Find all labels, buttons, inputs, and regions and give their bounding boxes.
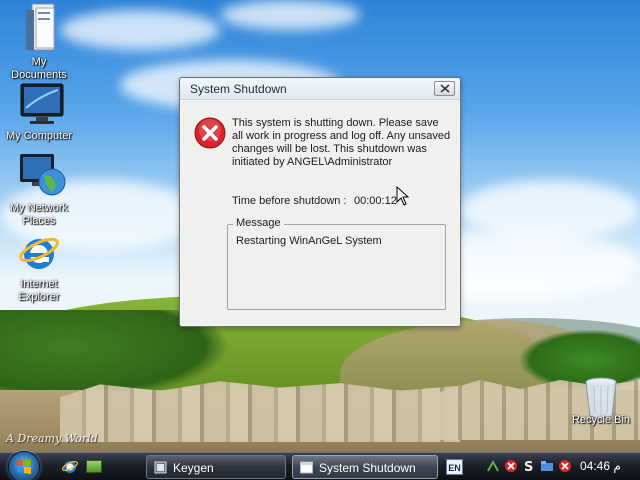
taskbar-button-label: Keygen [173,461,214,475]
taskbar-button-system-shutdown[interactable]: System Shutdown [292,455,438,479]
cloud [220,0,360,30]
message-groupbox: Message Restarting WinAnGeL System [227,217,446,310]
countdown-timer: 00:00:12 [354,195,397,207]
taskbar-button-label: System Shutdown [319,461,416,475]
cloud [60,10,220,50]
dialog-titlebar[interactable]: System Shutdown [180,78,460,100]
network-globe-icon [18,152,66,196]
taskbar-clock[interactable]: 04:46 م [580,459,621,473]
windows-logo-icon [17,459,31,474]
wallpaper-watermark: A Dreamy World [6,432,98,445]
system-tray: S [482,453,578,480]
dialog-title: System Shutdown [190,82,287,96]
taskbar-button-keygen[interactable]: Keygen [146,455,286,479]
icon-label: Internet [20,278,58,290]
shield-alert-tray-icon[interactable] [558,459,572,473]
mouse-cursor-icon [396,185,410,209]
window-icon [300,461,313,474]
system-shutdown-dialog[interactable]: System Shutdown This system is shutting … [179,77,461,327]
close-button[interactable] [434,81,455,96]
documents-folder-icon [18,2,60,51]
message-group-label: Message [233,217,284,229]
icon-label: Explorer [18,291,60,303]
language-indicator[interactable]: EN [446,459,463,475]
desktop-icon-my-documents[interactable]: My Documents [0,2,78,82]
taskbar: Keygen System Shutdown EN S 04:46 م [0,451,640,480]
folder-tray-icon[interactable] [540,459,554,473]
icon-label: My Network [9,202,69,214]
desktop-icon-internet-explorer[interactable]: Internet Explorer [0,232,78,304]
error-icon [194,117,226,149]
icon-label: Documents [11,69,67,81]
message-group-text: Restarting WinAnGeL System [236,235,382,247]
time-before-shutdown-label: Time before shutdown : [232,195,347,207]
internet-explorer-icon [18,232,60,274]
quicklaunch-show-desktop-icon[interactable] [86,460,102,473]
start-button[interactable] [8,451,40,480]
s-app-tray-icon[interactable]: S [522,459,536,473]
keygen-app-icon [154,461,167,474]
icon-label: Places [22,215,56,227]
desktop-icon-my-computer[interactable]: My Computer [0,82,78,143]
icon-label: Recycle Bin [571,414,631,426]
computer-monitor-icon [18,82,64,124]
desktop-icon-recycle-bin[interactable]: Recycle Bin [566,376,636,426]
quicklaunch-internet-explorer-icon[interactable] [61,459,79,475]
close-icon [440,84,450,93]
error-tray-icon[interactable] [504,459,518,473]
icon-label: My Computer [5,130,73,142]
desktop-icon-my-network-places[interactable]: My Network Places [0,152,78,228]
network-tray-icon[interactable] [486,459,500,473]
svg-text:S: S [524,460,533,473]
shutdown-message: This system is shutting down. Please sav… [232,117,451,168]
